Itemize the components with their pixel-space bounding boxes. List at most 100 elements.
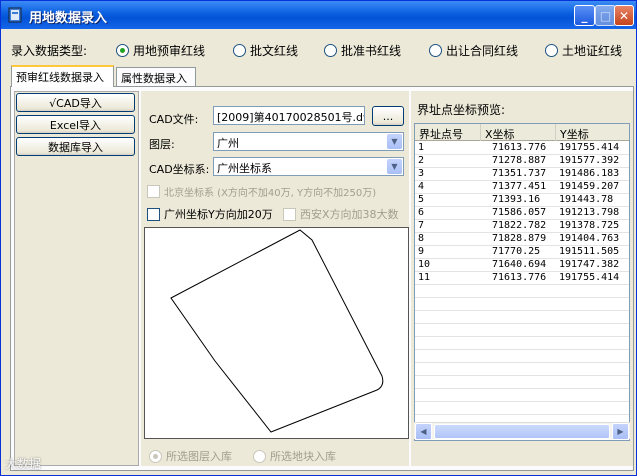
empty-table-row [415, 389, 629, 402]
table-cell: 71828.879 [492, 233, 547, 244]
table-cell: 3 [418, 168, 425, 179]
radio-label: 批文红线 [250, 43, 299, 58]
coord-system-select[interactable]: 广州坐标系 ▼ [213, 157, 404, 176]
empty-table-row [415, 298, 629, 311]
table-cell: 7 [418, 220, 425, 231]
chevron-down-icon[interactable]: ▼ [387, 159, 402, 174]
radio-label: 用地预审红线 [133, 43, 206, 58]
beijing-coord-checkbox[interactable]: 北京坐标系 (X方向不加40万, Y方向不加250万) [147, 184, 376, 199]
horizontal-scrollbar[interactable]: ◀ ▶ [414, 422, 630, 440]
xian-x-checkbox[interactable]: 西安X方向加38大数 [283, 206, 399, 222]
layer-label: 图层: [149, 138, 175, 151]
empty-table-row [415, 350, 629, 363]
radio-button[interactable] [233, 43, 246, 57]
table-cell: 6 [418, 207, 425, 218]
layer-value: 广州 [217, 137, 239, 150]
radio-type-land-cert[interactable]: 土地证红线 [545, 41, 622, 59]
table-cell: 191459.207 [559, 181, 620, 192]
empty-table-row [415, 311, 629, 324]
cad-coord-label: CAD坐标系: [149, 163, 210, 176]
window-title: 用地数据录入 [29, 11, 108, 26]
table-cell: 191755.414 [559, 142, 620, 153]
checkbox-box[interactable] [147, 185, 160, 198]
table-cell: 191577.392 [559, 155, 620, 166]
radio-label: 出让合同红线 [446, 43, 519, 58]
cad-file-label: CAD文件: [149, 113, 199, 126]
table-row[interactable]: 11 71613.776 191755.414 [415, 272, 629, 285]
coordinate-table[interactable]: 界址点号 X坐标 Y坐标 1 71613.776 191755.414 2 71278.… [414, 123, 630, 441]
table-cell: 191213.798 [559, 207, 620, 218]
app-icon [8, 7, 22, 23]
table-cell: 71613.776 [492, 142, 547, 153]
checkbox-label: 广州坐标Y方向加20万 [164, 208, 273, 221]
table-row[interactable]: 5 71393.16 191443.78 [415, 194, 629, 207]
radio-button[interactable] [324, 43, 337, 57]
radio-button[interactable] [429, 43, 442, 57]
radio-type-approval[interactable]: 批文红线 [233, 41, 298, 59]
empty-table-row [415, 285, 629, 298]
cad-import-button[interactable]: √CAD导入 [16, 93, 135, 112]
table-row[interactable]: 4 71377.451 191459.207 [415, 181, 629, 194]
cad-file-field[interactable]: [2009]第40170028501号.dwg [213, 106, 365, 125]
scroll-right-icon[interactable]: ▶ [612, 423, 629, 440]
table-cell: 191511.505 [559, 246, 620, 257]
data-type-label: 录入数据类型: [11, 44, 88, 58]
radio-label: 所选图层入库 [166, 450, 232, 463]
radio-selected-parcel[interactable]: 所选地块入库 [253, 448, 336, 464]
guangzhou-y-checkbox[interactable]: 广州坐标Y方向加20万 [147, 206, 273, 222]
radio-type-preliminary[interactable]: 用地预审红线 [116, 41, 205, 59]
table-row[interactable]: 8 71828.879 191404.763 [415, 233, 629, 246]
radio-type-contract[interactable]: 出让合同红线 [429, 41, 518, 59]
table-row[interactable]: 6 71586.057 191213.798 [415, 207, 629, 220]
checkbox-box[interactable] [147, 207, 160, 221]
coord-system-value: 广州坐标系 [217, 162, 272, 175]
scroll-left-icon[interactable]: ◀ [415, 423, 432, 440]
table-cell: 2 [418, 155, 425, 166]
column-header[interactable]: 界址点号 [415, 124, 481, 141]
column-header[interactable]: Y坐标 [556, 124, 629, 141]
table-cell: 71770.25 [492, 246, 541, 257]
table-cell: 10 [418, 259, 431, 270]
scroll-thumb[interactable] [434, 424, 610, 439]
tab-preliminary-entry[interactable]: 预审红线数据录入 [11, 65, 114, 87]
table-row[interactable]: 2 71278.887 191577.392 [415, 155, 629, 168]
minimize-button[interactable]: _ [574, 5, 595, 26]
table-row[interactable]: 7 71822.782 191378.725 [415, 220, 629, 233]
radio-button[interactable] [149, 449, 162, 463]
table-header: 界址点号 X坐标 Y坐标 [415, 124, 629, 141]
title-bar[interactable]: 用地数据录入 _ □ ✕ [1, 1, 636, 29]
radio-label: 批准书红线 [341, 43, 402, 58]
radio-button[interactable] [116, 43, 129, 57]
checkbox-label: 西安X方向加38大数 [300, 208, 399, 221]
table-cell: 191486.183 [559, 168, 620, 179]
table-cell: 71640.694 [492, 259, 547, 270]
data-type-row: 录入数据类型: 用地预审红线 批文红线 批准书红线 出让合同红线 土地证红线 [11, 41, 631, 59]
table-cell: 11 [418, 272, 431, 283]
table-row[interactable]: 9 71770.25 191511.505 [415, 246, 629, 259]
radio-button[interactable] [253, 449, 266, 463]
watermark-text: 大数据 [5, 457, 42, 471]
table-row[interactable]: 10 71640.694 191747.382 [415, 259, 629, 272]
radio-type-certificate[interactable]: 批准书红线 [324, 41, 401, 59]
tab-attribute-entry[interactable]: 属性数据录入 [116, 67, 196, 86]
checkbox-box[interactable] [283, 207, 296, 221]
browse-button[interactable]: ... [372, 106, 404, 126]
empty-table-row [415, 376, 629, 389]
parcel-preview-canvas[interactable] [144, 227, 409, 439]
close-button[interactable]: ✕ [614, 5, 634, 26]
chevron-down-icon[interactable]: ▼ [387, 134, 402, 149]
table-cell: 5 [418, 194, 425, 205]
empty-table-row [415, 402, 629, 415]
layer-select[interactable]: 广州 ▼ [213, 132, 404, 151]
maximize-button[interactable]: □ [595, 5, 616, 26]
table-cell: 191755.414 [559, 272, 620, 283]
table-row[interactable]: 1 71613.776 191755.414 [415, 142, 629, 155]
column-header[interactable]: X坐标 [481, 124, 556, 141]
table-row[interactable]: 3 71351.737 191486.183 [415, 168, 629, 181]
radio-selected-layer[interactable]: 所选图层入库 [149, 448, 232, 464]
radio-button[interactable] [545, 43, 558, 57]
table-cell: 71613.776 [492, 272, 547, 283]
table-cell: 191747.382 [559, 259, 620, 270]
excel-import-button[interactable]: Excel导入 [16, 115, 135, 134]
database-import-button[interactable]: 数据库导入 [16, 137, 135, 156]
